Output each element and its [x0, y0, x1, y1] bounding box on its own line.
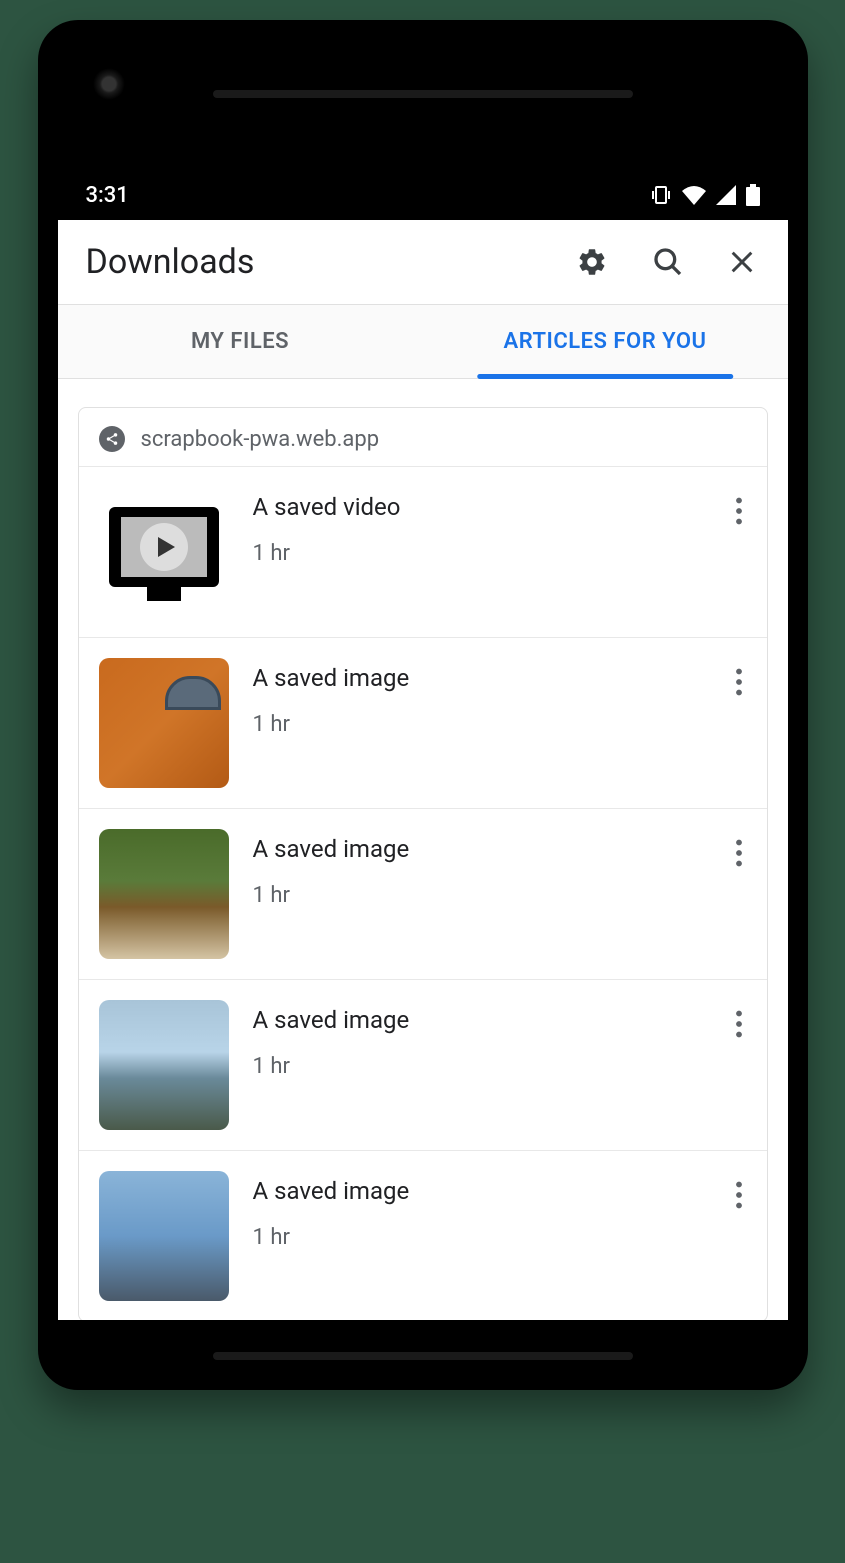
gear-icon — [576, 246, 608, 278]
battery-icon — [746, 184, 760, 206]
item-time: 1 hr — [253, 712, 711, 737]
search-button[interactable] — [648, 242, 688, 282]
item-title: A saved image — [253, 1006, 711, 1034]
tab-articles-for-you[interactable]: ARTICLES FOR YOU — [423, 305, 788, 378]
item-title: A saved image — [253, 1177, 711, 1205]
tabs: MY FILES ARTICLES FOR YOU — [58, 305, 788, 379]
settings-button[interactable] — [572, 242, 612, 282]
phone-frame: 3:31 Downloads — [38, 20, 808, 1390]
item-info: A saved image 1 hr — [253, 829, 711, 908]
card-header: scrapbook-pwa.web.app — [79, 408, 767, 466]
search-icon — [652, 246, 684, 278]
more-button[interactable] — [735, 1000, 751, 1038]
more-vertical-icon — [735, 497, 743, 525]
item-info: A saved image 1 hr — [253, 1000, 711, 1079]
more-vertical-icon — [735, 839, 743, 867]
share-icon — [99, 426, 125, 452]
source-label: scrapbook-pwa.web.app — [141, 427, 380, 452]
more-vertical-icon — [735, 1181, 743, 1209]
app-content: Downloads MY FILES ARTICLES FOR YOU — [58, 220, 788, 1320]
vibrate-icon — [650, 185, 672, 205]
list-item[interactable]: A saved image 1 hr — [79, 1150, 767, 1320]
list-item[interactable]: A saved image 1 hr — [79, 808, 767, 979]
image-thumbnail — [99, 1000, 229, 1130]
status-time: 3:31 — [86, 183, 129, 208]
list-item[interactable]: A saved video 1 hr — [79, 466, 767, 637]
item-title: A saved image — [253, 835, 711, 863]
item-title: A saved image — [253, 664, 711, 692]
wifi-icon — [682, 185, 706, 205]
more-button[interactable] — [735, 658, 751, 696]
more-vertical-icon — [735, 668, 743, 696]
camera-lens — [93, 68, 125, 100]
more-button[interactable] — [735, 1171, 751, 1209]
close-button[interactable] — [724, 244, 760, 280]
source-card: scrapbook-pwa.web.app — [78, 407, 768, 1320]
more-button[interactable] — [735, 829, 751, 867]
status-bar: 3:31 — [58, 170, 788, 220]
app-header: Downloads — [58, 220, 788, 305]
list-item[interactable]: A saved image 1 hr — [79, 979, 767, 1150]
content-area[interactable]: scrapbook-pwa.web.app — [58, 379, 788, 1320]
item-info: A saved image 1 hr — [253, 658, 711, 737]
item-info: A saved video 1 hr — [253, 487, 711, 566]
item-title: A saved video — [253, 493, 711, 521]
item-time: 1 hr — [253, 1054, 711, 1079]
signal-icon — [716, 185, 736, 205]
image-thumbnail — [99, 829, 229, 959]
more-vertical-icon — [735, 1010, 743, 1038]
screen: 3:31 Downloads — [58, 170, 788, 1320]
image-thumbnail — [99, 658, 229, 788]
list-item[interactable]: A saved image 1 hr — [79, 637, 767, 808]
tab-my-files[interactable]: MY FILES — [58, 305, 423, 378]
page-title: Downloads — [86, 242, 255, 282]
item-time: 1 hr — [253, 541, 711, 566]
status-icons — [650, 184, 760, 206]
item-time: 1 hr — [253, 883, 711, 908]
close-icon — [728, 248, 756, 276]
image-thumbnail — [99, 1171, 229, 1301]
item-info: A saved image 1 hr — [253, 1171, 711, 1250]
header-actions — [572, 242, 760, 282]
item-time: 1 hr — [253, 1225, 711, 1250]
more-button[interactable] — [735, 487, 751, 525]
video-thumbnail — [99, 487, 229, 617]
